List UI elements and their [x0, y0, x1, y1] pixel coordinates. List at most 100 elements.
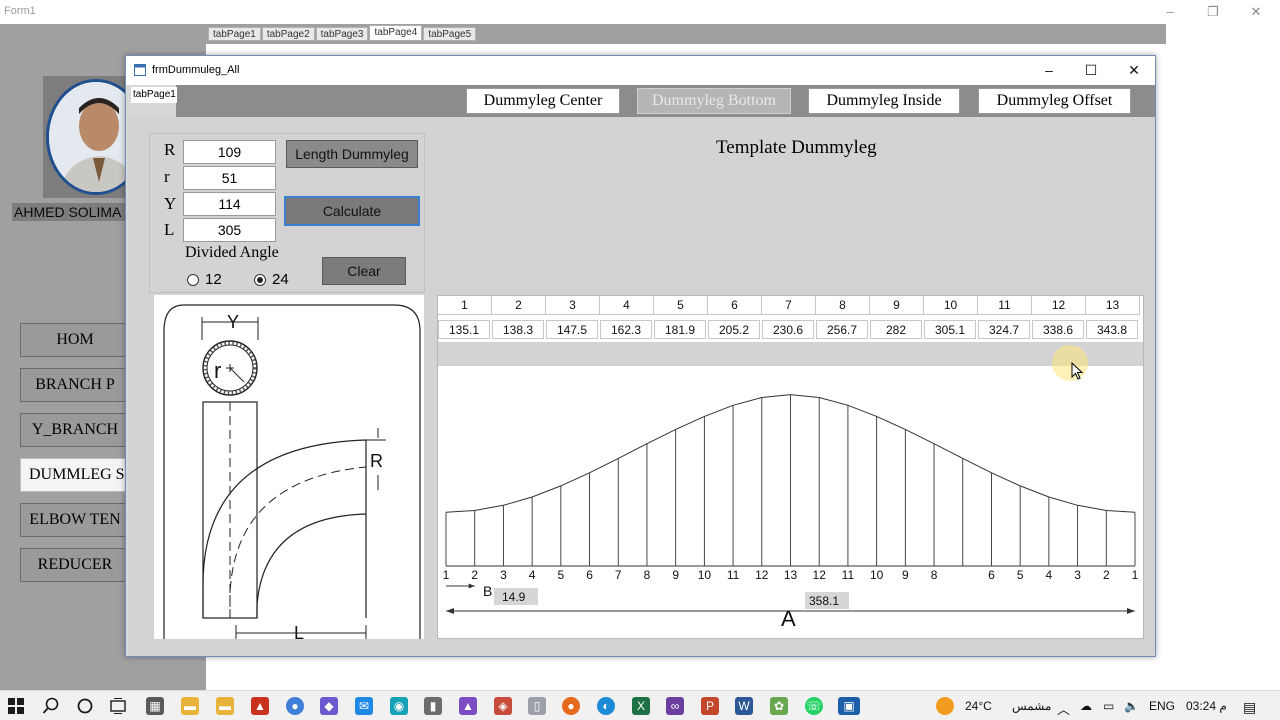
form1-minimize-button[interactable]: –	[1160, 3, 1180, 21]
tab-page1-label[interactable]: tabPage1	[131, 87, 177, 103]
axis-label: 4	[529, 568, 536, 582]
axis-label: 5	[1017, 568, 1024, 582]
axis-label: 12	[755, 568, 769, 582]
form1-tabs: tabPage1 tabPage2 tabPage3 tabPage4 tabP…	[208, 25, 477, 43]
weather-condition[interactable]: مشمس	[1012, 699, 1051, 713]
axis-label: 10	[870, 568, 884, 582]
radio-angle-12-label: 12	[205, 271, 222, 288]
input-L[interactable]: 305	[183, 218, 276, 242]
dummyleg-offset-button[interactable]: Dummyleg Offset	[978, 88, 1131, 114]
temperature[interactable]: 24°C	[965, 699, 992, 713]
file-explorer-icon[interactable]: ▬	[181, 697, 199, 715]
app-icon-6[interactable]: ◆	[320, 697, 338, 715]
tab-page1[interactable]: tabPage1	[208, 27, 261, 41]
divided-angle-title: Divided Angle	[185, 244, 279, 261]
axis-label: 8	[931, 568, 938, 582]
radio-angle-12[interactable]: 12	[187, 271, 222, 288]
avatar	[43, 76, 131, 198]
sidebar-item-dummyleg[interactable]: DUMMLEG S	[20, 458, 130, 492]
running-app-icon[interactable]: ▣	[838, 697, 860, 715]
clear-button[interactable]: Clear	[322, 257, 406, 285]
table-header-row: 1 2 3 4 5 6 7 8 9 10 11 12 13	[438, 296, 1143, 315]
windows-start-icon[interactable]	[8, 698, 24, 714]
mail-icon[interactable]: ✉	[355, 697, 373, 715]
length-dummyleg-button[interactable]: Length Dummyleg	[286, 140, 418, 168]
template-curve-drawing: 1 2 3 4 5 6 7 8 9 10 11 12 13 12 11 10 9 8 6 5 4 3 2 1 A B 14.9…	[443, 394, 1139, 631]
app-icon-8[interactable]: ◉	[390, 697, 408, 715]
radio-button-selected-icon[interactable]	[254, 273, 266, 286]
table-header-cell: 12	[1032, 296, 1086, 315]
arrow-b-icon	[468, 583, 475, 589]
search-icon[interactable]	[42, 697, 60, 715]
input-r[interactable]: 51	[183, 166, 276, 190]
volume-icon[interactable]: 🔈	[1124, 699, 1139, 713]
input-Y[interactable]: 114	[183, 192, 276, 216]
table-header-cell: 7	[762, 296, 816, 315]
tab-page4[interactable]: tabPage4	[369, 25, 423, 41]
axis-label: 4	[1046, 568, 1053, 582]
dialog-minimize-button[interactable]: –	[1035, 60, 1063, 80]
battery-icon[interactable]: ▭	[1103, 699, 1114, 713]
dummyleg-center-button[interactable]: Dummyleg Center	[466, 88, 620, 114]
axis-label: 2	[1103, 568, 1110, 582]
dialog-close-button[interactable]: ✕	[1120, 60, 1148, 80]
firefox-icon[interactable]: ●	[562, 697, 580, 715]
radio-angle-24[interactable]: 24	[254, 271, 289, 288]
sidebar-item-home[interactable]: HOM	[20, 323, 130, 357]
dummyleg-bottom-button[interactable]: Dummyleg Bottom	[637, 88, 791, 114]
dummyleg-inside-button[interactable]: Dummyleg Inside	[808, 88, 960, 114]
table-header-cell: 13	[1086, 296, 1140, 315]
sidebar-item-reducer[interactable]: REDUCER	[20, 548, 130, 582]
word-icon[interactable]: W	[735, 697, 753, 715]
network-icon[interactable]: ☁	[1080, 699, 1092, 713]
radio-button-icon[interactable]	[187, 273, 199, 286]
language-indicator[interactable]: ENG	[1149, 699, 1175, 713]
table-header-cell: 1	[438, 296, 492, 315]
sidebar-item-elbow[interactable]: ELBOW TEN	[20, 503, 130, 537]
user-name-label: AHMED SOLIMA	[12, 203, 132, 221]
app-icon-9[interactable]: ▮	[424, 697, 442, 715]
axis-label: 3	[500, 568, 507, 582]
form1-restore-button[interactable]: ❐	[1203, 3, 1223, 21]
tab-page3[interactable]: tabPage3	[315, 27, 369, 41]
axis-label: 1	[443, 568, 450, 582]
task-view-icon[interactable]	[109, 697, 127, 715]
visual-studio-icon[interactable]: ∞	[666, 697, 684, 715]
powerpoint-icon[interactable]: P	[701, 697, 719, 715]
calculate-button[interactable]: Calculate	[284, 196, 420, 226]
whatsapp-icon[interactable]: ☏	[805, 697, 823, 715]
edge-icon[interactable]: ◐	[597, 697, 615, 715]
clock[interactable]: 03:24 م	[1186, 699, 1227, 713]
table-separator	[438, 342, 1143, 366]
pdf-app-icon[interactable]: ▲	[251, 697, 269, 715]
table-value-cell: 338.6	[1032, 320, 1084, 339]
form1-title: Form1	[4, 5, 36, 17]
app-icon-19[interactable]: ✿	[770, 697, 788, 715]
sidebar-item-branch-pipe[interactable]: BRANCH P	[20, 368, 130, 402]
calculator-app-icon[interactable]: ▦	[146, 697, 164, 715]
excel-icon[interactable]: X	[632, 697, 650, 715]
dialog-maximize-button[interactable]: ☐	[1077, 60, 1105, 80]
notification-icon[interactable]: ▤	[1243, 699, 1256, 716]
weather-sun-icon[interactable]	[936, 697, 954, 715]
cortana-icon[interactable]	[76, 697, 94, 715]
tab-page5[interactable]: tabPage5	[423, 27, 477, 41]
input-R[interactable]: 109	[183, 140, 276, 164]
table-value-cell: 282	[870, 320, 922, 339]
chrome-icon[interactable]: ●	[286, 697, 304, 715]
sidebar-item-y-branch[interactable]: Y_BRANCH	[20, 413, 130, 447]
app-icon-10[interactable]: ▲	[459, 697, 477, 715]
form1-titlebar: Form1 – ❐ ✕	[0, 0, 1280, 24]
axis-label: 13	[784, 568, 798, 582]
tab-page2[interactable]: tabPage2	[261, 27, 315, 41]
label-Y: Y	[164, 194, 177, 213]
form1-close-button[interactable]: ✕	[1246, 3, 1266, 21]
table-value-cell: 256.7	[816, 320, 868, 339]
table-value-cell: 305.1	[924, 320, 976, 339]
label-L: L	[164, 220, 175, 239]
app-icon-11[interactable]: ◈	[494, 697, 512, 715]
app-icon-12[interactable]: ▯	[528, 697, 546, 715]
taskbar: ▦ ▬ ▬ ▲ ● ◆ ✉ ◉ ▮ ▲ ◈ ▯ ● ◐ X ∞ P W ✿ ☏ …	[0, 690, 1280, 720]
chevron-up-icon[interactable]: ︿	[1057, 699, 1070, 718]
folder-icon[interactable]: ▬	[216, 697, 234, 715]
